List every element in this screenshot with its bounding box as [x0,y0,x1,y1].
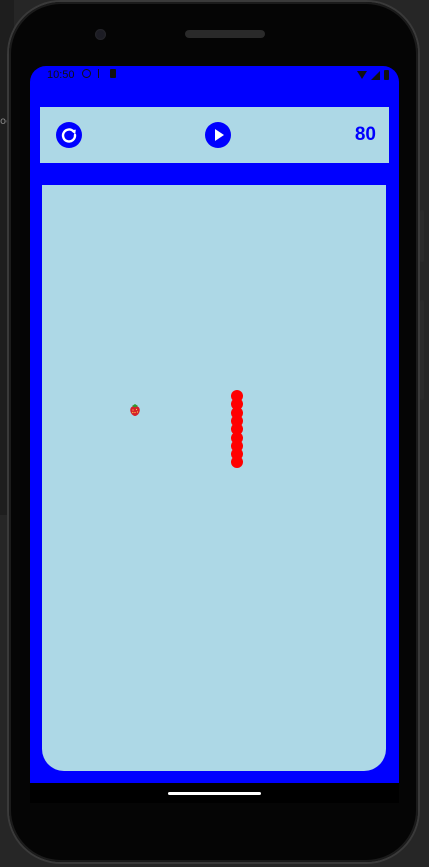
status-icons-left [82,69,116,78]
snake-segment [231,456,243,469]
game-board[interactable] [42,185,386,771]
game-toolbar: 80 [40,107,389,163]
key-icon [98,69,103,78]
status-time: 10:50 [47,69,75,81]
sd-card-icon [110,69,116,78]
play-button[interactable] [205,122,231,148]
front-camera [95,29,106,40]
wifi-icon [357,71,367,79]
play-icon [215,129,224,141]
signal-icon [371,70,380,80]
restart-icon [61,128,77,143]
home-indicator[interactable] [168,792,261,795]
power-button[interactable] [420,210,424,262]
status-icons-right [357,70,389,80]
restart-button[interactable] [56,122,82,148]
sync-icon [82,69,91,78]
strawberry-icon [129,402,141,416]
earpiece-speaker [185,30,265,38]
app-screen: 10:50 80 [30,66,399,799]
score-display: 80 [354,124,376,145]
status-bar: 10:50 [30,66,399,84]
volume-button[interactable] [420,300,424,400]
battery-icon [384,70,389,80]
